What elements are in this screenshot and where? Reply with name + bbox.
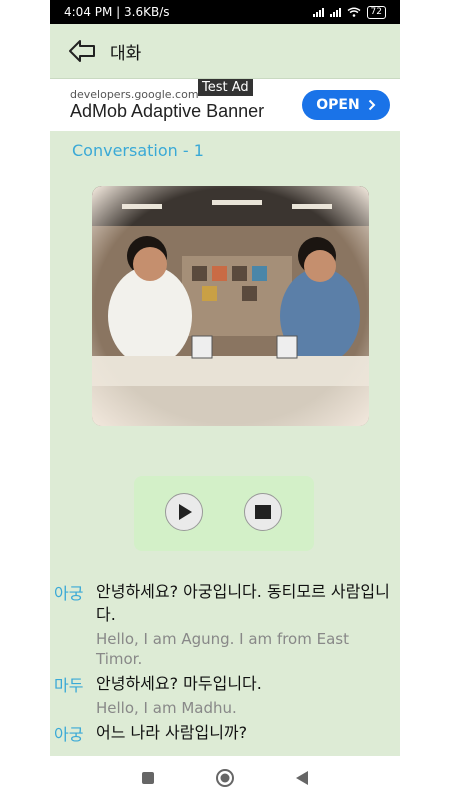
dialogue-line[interactable]: 아궁 안녕하세요? 아궁입니다. 동티모르 사람입니다. Hello, I am… xyxy=(50,580,400,669)
status-icons: 72 xyxy=(312,5,386,19)
speaker-name: 아궁 xyxy=(54,725,84,744)
dialogue-list: 아궁 안녕하세요? 아궁입니다. 동티모르 사람입니다. Hello, I am… xyxy=(50,580,400,746)
stop-icon[interactable] xyxy=(244,493,282,531)
ad-banner[interactable]: developers.google.com AdMob Adaptive Ban… xyxy=(50,79,400,131)
speaker-name: 아궁 xyxy=(54,584,84,603)
play-icon[interactable] xyxy=(165,493,203,531)
app-bar: 대화 xyxy=(50,24,400,79)
ad-open-label: OPEN xyxy=(316,97,360,113)
back-arrow-icon[interactable] xyxy=(62,31,102,71)
conversation-photo xyxy=(92,186,369,426)
status-bar: 4:04 PM | 3.6KB/s 72 xyxy=(50,0,400,24)
ad-title: AdMob Adaptive Banner xyxy=(70,101,265,121)
conversation-title: Conversation - 1 xyxy=(72,141,204,160)
recents-square-icon[interactable] xyxy=(133,763,163,793)
english-text: Hello, I am Madhu. xyxy=(96,699,237,717)
ad-url: developers.google.com xyxy=(70,88,199,101)
phone-screen: 4:04 PM | 3.6KB/s 72 대화 developers.googl… xyxy=(50,0,400,800)
dialogue-line[interactable]: 마두 안녕하세요? 마두입니다. Hello, I am Madhu. xyxy=(50,672,400,718)
korean-text: 어느 나라 사람입니까? xyxy=(96,723,248,742)
ad-badge: Test Ad xyxy=(198,79,253,96)
korean-text: 안녕하세요? 마두입니다. xyxy=(96,674,262,693)
audio-player xyxy=(134,476,314,551)
chevron-right-icon xyxy=(368,99,376,111)
signal-icon xyxy=(312,7,324,17)
ad-open-button[interactable]: OPEN xyxy=(302,90,390,120)
status-time: 4:04 PM | 3.6KB/s xyxy=(64,5,170,19)
korean-text: 안녕하세요? 아궁입니다. 동티모르 사람입니다. xyxy=(96,582,390,624)
battery-icon: 72 xyxy=(366,5,386,19)
english-text: Hello, I am Agung. I am from East Timor. xyxy=(96,630,349,668)
wifi-icon xyxy=(347,7,360,17)
back-triangle-icon[interactable] xyxy=(287,763,317,793)
signal-icon-2 xyxy=(329,7,341,17)
system-nav-bar xyxy=(50,756,400,800)
speaker-name: 마두 xyxy=(54,676,84,695)
home-circle-icon[interactable] xyxy=(210,763,240,793)
dialogue-line[interactable]: 아궁 어느 나라 사람입니까? xyxy=(50,721,400,744)
page-title: 대화 xyxy=(110,43,142,64)
